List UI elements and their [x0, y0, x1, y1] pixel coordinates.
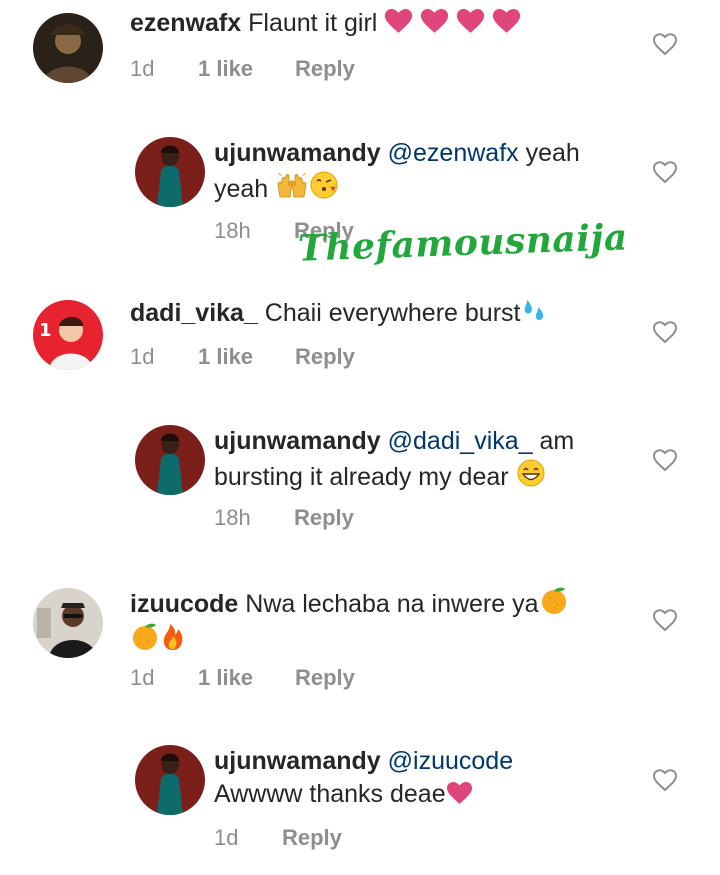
pink-heart-icon [492, 9, 521, 34]
comment-body: am [532, 427, 575, 455]
comment-meta: 18h Reply [214, 505, 354, 531]
grinning-face-icon [516, 458, 546, 488]
like-heart-icon[interactable] [652, 32, 678, 56]
comment-text: ujunwamandy @ezenwafx yeah yeah [214, 137, 634, 206]
avatar[interactable] [135, 425, 205, 495]
username[interactable]: ujunwamandy [214, 139, 381, 167]
comment-body: Nwa lechaba na inwere ya [238, 590, 539, 618]
pink-heart-icon [420, 9, 449, 34]
kissing-face-icon [309, 170, 339, 200]
timestamp: 1d [130, 344, 155, 369]
username[interactable]: izuucode [130, 590, 238, 618]
likes-count[interactable]: 1 like [198, 56, 295, 82]
reply-button[interactable]: Reply [295, 56, 355, 82]
mention-link[interactable]: @dadi_vika_ [388, 427, 533, 455]
reply-button[interactable]: Reply [282, 825, 342, 851]
like-heart-icon[interactable] [652, 768, 678, 792]
comment-text: ujunwamandy @dadi_vika_ am bursting it a… [214, 425, 634, 494]
reply-button[interactable]: Reply [294, 505, 354, 531]
like-heart-icon[interactable] [652, 608, 678, 632]
comment-text: ezenwafx Flaunt it girl [130, 7, 630, 40]
timestamp: 1d [130, 56, 155, 81]
avatar[interactable] [33, 588, 103, 658]
comment-body-line2: bursting it already my dear [214, 463, 516, 491]
tangerine-icon [539, 585, 569, 615]
like-heart-icon[interactable] [652, 160, 678, 184]
comment-meta: 1d 1 like Reply [130, 344, 355, 370]
comment-body-line2: Awwww thanks deae [214, 780, 446, 808]
fire-icon [160, 621, 186, 651]
pink-heart-icon [456, 9, 485, 34]
avatar[interactable]: 1 [33, 300, 103, 370]
comment-meta: 1d 1 like Reply [130, 56, 355, 82]
timestamp: 18h [214, 505, 251, 530]
comment-body: Flaunt it girl [241, 9, 385, 37]
comment-text: izuucode Nwa lechaba na inwere ya [130, 585, 630, 657]
comment-meta: 1d Reply [214, 825, 342, 851]
pink-heart-icon [446, 782, 473, 805]
reply-button[interactable]: Reply [295, 344, 355, 370]
avatar[interactable] [135, 745, 205, 815]
username[interactable]: dadi_vika_ [130, 299, 258, 327]
comment-meta: 1d 1 like Reply [130, 665, 355, 691]
timestamp: 1d [214, 825, 239, 850]
username[interactable]: ujunwamandy [214, 427, 381, 455]
username[interactable]: ezenwafx [130, 9, 241, 37]
comment-body: yeah [518, 139, 580, 167]
reply-button[interactable]: Reply [295, 665, 355, 691]
like-heart-icon[interactable] [652, 448, 678, 472]
pink-heart-icon [384, 9, 413, 34]
comment-text: dadi_vika_ Chaii everywhere burst [130, 296, 630, 330]
mention-link[interactable]: @ezenwafx [388, 139, 519, 167]
timestamp: 18h [214, 218, 251, 243]
avatar[interactable] [135, 137, 205, 207]
comment-body-line2: yeah [214, 175, 276, 203]
likes-count[interactable]: 1 like [198, 665, 295, 691]
mention-link[interactable]: @izuucode [388, 747, 513, 775]
sweat-droplets-icon [520, 296, 548, 324]
raising-hands-icon [275, 170, 309, 200]
avatar[interactable] [33, 13, 103, 83]
likes-count[interactable]: 1 like [198, 344, 295, 370]
comment-body: Chaii everywhere burst [257, 299, 521, 327]
svg-text:1: 1 [39, 320, 52, 341]
like-heart-icon[interactable] [652, 320, 678, 344]
timestamp: 1d [130, 665, 155, 690]
username[interactable]: ujunwamandy [214, 747, 381, 775]
tangerine-icon [130, 621, 160, 651]
comment-text: ujunwamandy @izuucode Awwww thanks deae [214, 745, 634, 811]
